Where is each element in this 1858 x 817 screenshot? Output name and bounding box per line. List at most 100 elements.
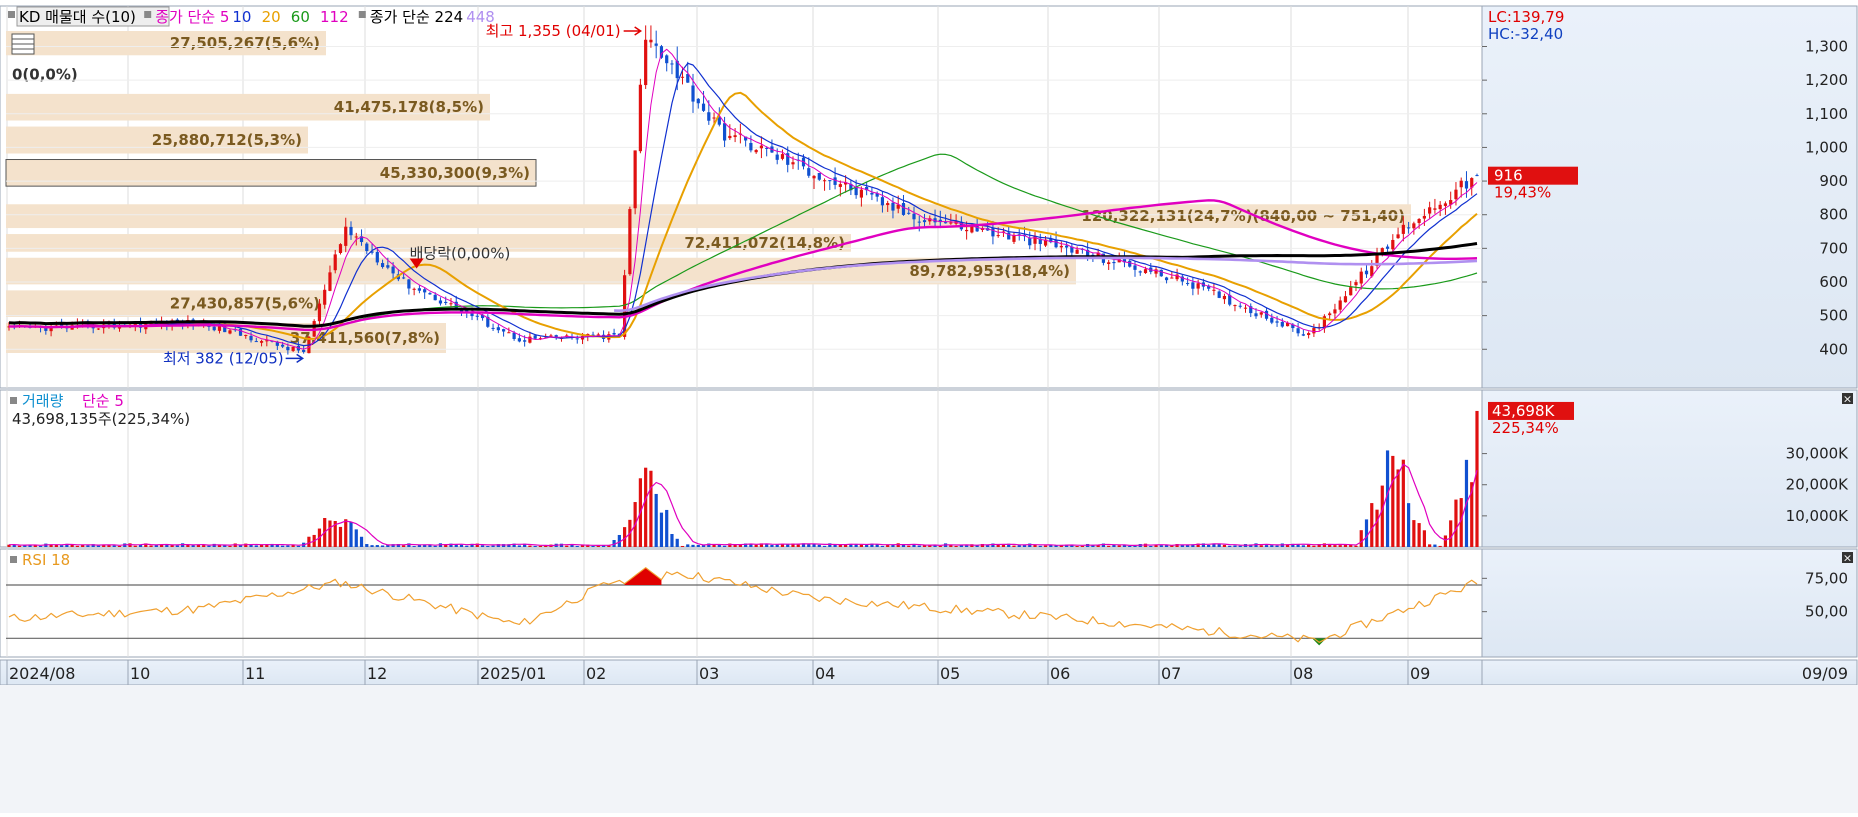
candle-body	[1222, 295, 1227, 300]
candle-body	[328, 272, 332, 291]
high-annotation: 최고 1,355 (04/01)	[486, 22, 643, 40]
volume-bar	[359, 536, 364, 547]
volume-profile-bar: 41,475,178(8,5%)	[6, 93, 490, 121]
volume-value: 43,698,135주(225,34%)	[12, 410, 190, 428]
volume-bar	[844, 544, 848, 547]
volume-bar	[517, 545, 521, 547]
volume-bar	[533, 545, 537, 547]
candle-body	[1054, 239, 1058, 248]
date-tick-label: 02	[586, 664, 606, 683]
low-label: 최저 382 (12/05)	[163, 349, 284, 367]
volume-bar	[412, 546, 416, 547]
date-axis	[0, 659, 1483, 686]
volume-bar	[375, 545, 379, 547]
legend-item: 종가 단순 5	[155, 8, 229, 26]
candle-body	[728, 135, 732, 139]
candle-body	[901, 203, 906, 215]
legend-item: 종가 단순 224	[370, 8, 463, 26]
close-icon: ×	[1843, 552, 1852, 565]
volume-bar	[191, 545, 195, 547]
candle-body	[512, 332, 516, 339]
volume-tick-label: 10,000K	[1786, 507, 1849, 525]
candle-body	[644, 39, 648, 86]
legend-bullet	[10, 397, 17, 404]
date-axis-corner	[1481, 659, 1858, 686]
volume-bar	[954, 545, 958, 547]
candle	[638, 78, 642, 154]
candle-body	[854, 187, 858, 196]
candle-body	[1280, 321, 1284, 327]
candle-body	[286, 346, 290, 351]
volume-bar	[228, 545, 232, 547]
volume-bar	[649, 470, 653, 547]
candle-body	[1075, 249, 1079, 254]
volume-bar	[796, 544, 800, 547]
rsi-axis	[1481, 548, 1858, 658]
volume-bar	[1222, 544, 1227, 547]
volume-bar	[1228, 545, 1232, 547]
candle-body	[417, 288, 422, 291]
date-tick-label: 06	[1050, 664, 1070, 683]
candle-body	[922, 220, 927, 223]
candle-body	[680, 76, 685, 78]
candle-body	[549, 335, 553, 337]
stock-chart-canvas[interactable]: 27,505,267(5,6%) 0(0,0%) 41,475,178(8,5%) 2…	[0, 0, 1858, 813]
main-legend: KD 매물대 수(10) 종가 단순 5 10 20 60 112 종가 단순 224 448	[8, 6, 495, 27]
volume-bar	[338, 526, 343, 547]
scroll-strip[interactable]	[0, 685, 1858, 813]
volume-profile-bar: 0(0,0%)	[12, 66, 78, 84]
candle-body	[817, 172, 821, 180]
volume-bar	[565, 545, 569, 547]
candle-body	[491, 327, 495, 329]
volume-bar	[433, 545, 437, 547]
volume-bar	[1406, 503, 1411, 547]
volume-bar	[491, 545, 495, 547]
candle-body	[907, 212, 911, 214]
candle-body	[412, 288, 416, 290]
volume-bar	[1338, 545, 1342, 547]
candle-body	[1191, 282, 1195, 289]
volume-bar	[1454, 499, 1458, 547]
candle-body	[1243, 307, 1248, 309]
candle-body	[1296, 328, 1300, 334]
candle	[817, 172, 821, 181]
candle-body	[433, 294, 437, 301]
volume-bar	[1370, 503, 1374, 547]
candle-body	[1428, 207, 1432, 214]
candle-body	[775, 154, 779, 160]
legend-item: 60	[291, 8, 310, 26]
volume-bar	[459, 544, 464, 547]
date-tick-label: 2024/08	[9, 664, 75, 683]
candle-body	[765, 147, 769, 149]
candle-body	[449, 303, 453, 305]
candle-body	[991, 228, 995, 237]
volume-bar	[117, 545, 122, 547]
candle-body	[1133, 265, 1137, 270]
candle-body	[402, 277, 406, 279]
volume-profile-bar: 120,322,131(24,7%)(840,00 ~ 751,40)	[6, 204, 1411, 229]
candle-body	[323, 289, 327, 305]
volume-profile-label: 27,430,857(5,6%)	[170, 295, 320, 313]
volume-bar	[1107, 545, 1111, 547]
volume-bar	[1412, 520, 1416, 547]
volume-bar	[465, 545, 469, 547]
legend-bullet	[144, 11, 152, 18]
candle-body	[1338, 300, 1342, 310]
candle-body	[1391, 239, 1395, 250]
candle-body	[943, 222, 948, 224]
candle-body	[338, 244, 343, 253]
candle-body	[1186, 283, 1190, 285]
volume-bar	[1233, 545, 1237, 547]
volume-bar	[365, 544, 369, 547]
volume-bar	[354, 529, 358, 547]
candle-body	[254, 341, 258, 343]
volume-bar	[775, 544, 779, 547]
candle-body	[1170, 277, 1174, 279]
volume-bar	[75, 545, 80, 547]
date-tick-label: 03	[699, 664, 719, 683]
candle-body	[281, 344, 285, 347]
candle-body	[259, 341, 264, 343]
volume-bar	[886, 545, 890, 547]
candle-body	[507, 332, 511, 334]
candle-body	[633, 150, 637, 209]
